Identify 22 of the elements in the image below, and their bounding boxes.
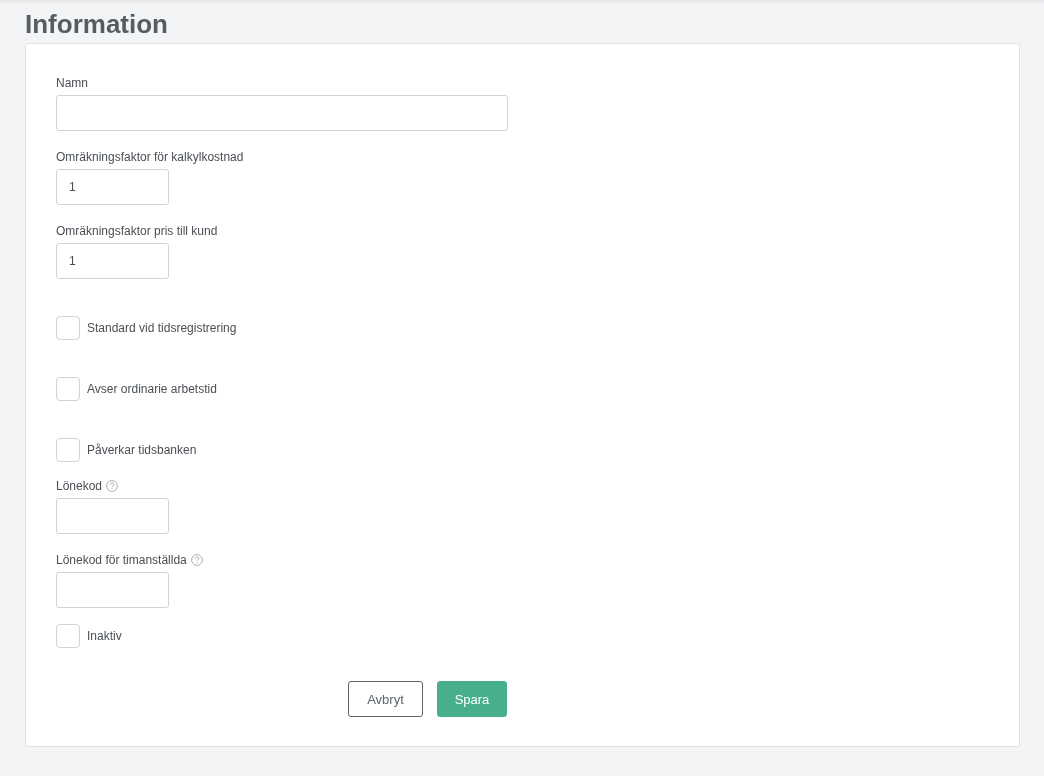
field-label: Lönekod (56, 478, 103, 494)
checkbox[interactable] (56, 377, 80, 401)
field-label: Omräkningsfaktor för kalkylkostnad (56, 149, 244, 165)
help-icon[interactable] (190, 554, 203, 566)
input-field[interactable] (56, 95, 508, 131)
field-label: Omräkningsfaktor pris till kund (56, 223, 218, 239)
checkbox[interactable] (56, 316, 80, 340)
cancel-button[interactable]: Avbryt (348, 681, 423, 717)
checkbox[interactable] (56, 438, 80, 462)
input-field[interactable] (56, 572, 169, 608)
field-label: Namn (56, 75, 88, 91)
help-icon[interactable] (106, 480, 119, 492)
checkbox[interactable] (56, 624, 80, 648)
checkbox-label: Avser ordinarie arbetstid (87, 382, 217, 396)
field-label: Lönekod för timanställda (56, 552, 187, 568)
checkbox-label: Påverkar tidsbanken (87, 443, 197, 457)
checkbox-label: Standard vid tidsregistrering (87, 321, 237, 335)
input-field[interactable]: 1 (56, 243, 169, 279)
input-field[interactable]: 1 (56, 169, 169, 205)
input-field[interactable] (56, 498, 169, 534)
page-title: Information (25, 8, 168, 41)
checkbox-label: Inaktiv (87, 629, 122, 643)
